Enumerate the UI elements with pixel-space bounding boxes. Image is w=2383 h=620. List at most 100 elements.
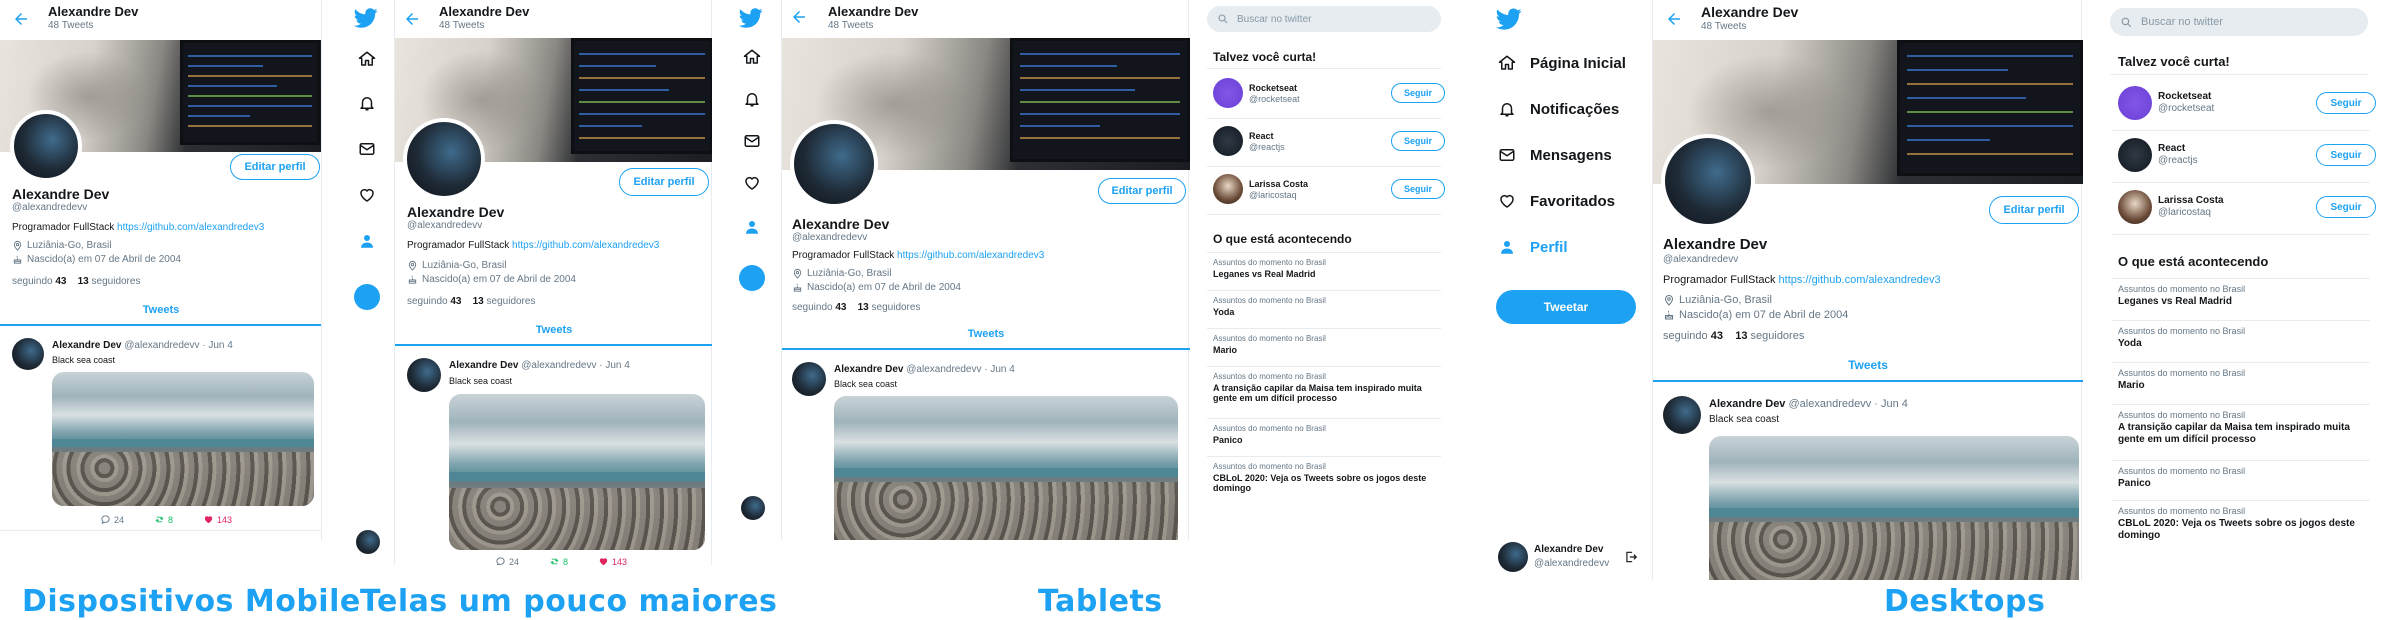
- nav-favorites[interactable]: Favoritados: [1530, 193, 1615, 210]
- tweet-image[interactable]: [449, 394, 705, 550]
- search-input[interactable]: Buscar no twitter: [1207, 6, 1441, 32]
- back-arrow-icon[interactable]: [1665, 10, 1683, 28]
- tweet-handle[interactable]: @alexandredevv: [124, 340, 199, 351]
- suggestion-avatar[interactable]: [1213, 174, 1243, 204]
- follow-button[interactable]: Seguir: [1391, 131, 1445, 151]
- following-count[interactable]: 43: [1711, 330, 1723, 342]
- suggestion-avatar[interactable]: [2118, 86, 2152, 120]
- suggestion-name[interactable]: Larissa Costa: [1249, 179, 1308, 189]
- tab-tweets[interactable]: Tweets: [395, 316, 712, 346]
- profile-avatar[interactable]: [790, 120, 878, 208]
- tab-tweets[interactable]: Tweets: [0, 296, 321, 326]
- suggestion-name[interactable]: Rocketseat: [1249, 83, 1297, 93]
- follow-button[interactable]: Seguir: [2316, 144, 2376, 166]
- follow-button[interactable]: Seguir: [2316, 196, 2376, 218]
- edit-profile-button[interactable]: Editar perfil: [619, 168, 709, 196]
- back-arrow-icon[interactable]: [12, 10, 30, 28]
- suggestion-name[interactable]: Larissa Costa: [2158, 195, 2224, 206]
- following-count[interactable]: 43: [450, 296, 461, 307]
- trend-item[interactable]: A transição capilar da Maisa tem inspira…: [1213, 383, 1433, 404]
- trend-item[interactable]: Leganes vs Real Madrid: [1213, 269, 1433, 279]
- reply-action[interactable]: 24: [495, 556, 519, 565]
- search-input[interactable]: Buscar no twitter: [2110, 8, 2368, 36]
- followers-count[interactable]: 13: [78, 276, 89, 287]
- followers-count[interactable]: 13: [858, 302, 869, 313]
- trend-item[interactable]: Panico: [1213, 435, 1433, 445]
- tweet-handle[interactable]: @alexandredevv: [521, 360, 596, 371]
- sidebar-heart-icon[interactable]: [743, 174, 761, 192]
- nav-bell-icon[interactable]: [1498, 100, 1516, 118]
- twitter-bird-icon[interactable]: [739, 6, 763, 30]
- nav-profile[interactable]: Perfil: [1530, 239, 1568, 256]
- nav-home-icon[interactable]: [1498, 54, 1516, 72]
- sidebar-mail-icon[interactable]: [743, 132, 761, 150]
- tweet-author[interactable]: Alexandre Dev: [834, 364, 903, 375]
- like-action[interactable]: 143: [203, 514, 232, 525]
- suggestion-avatar[interactable]: [1213, 78, 1243, 108]
- tweet-avatar[interactable]: [792, 362, 826, 396]
- sidebar-tweet-button[interactable]: [739, 265, 765, 291]
- suggestion-avatar[interactable]: [2118, 190, 2152, 224]
- tweet-date[interactable]: Jun 4: [1881, 398, 1908, 410]
- tweet-avatar[interactable]: [12, 338, 44, 370]
- tweet-avatar[interactable]: [1663, 396, 1701, 434]
- tweet-avatar[interactable]: [407, 358, 441, 392]
- tweet-date[interactable]: Jun 4: [990, 364, 1014, 375]
- follow-button[interactable]: Seguir: [2316, 92, 2376, 114]
- tab-tweets[interactable]: Tweets: [782, 320, 1190, 350]
- bio-link[interactable]: https://github.com/alexandredev3: [1779, 274, 1941, 286]
- followers-count[interactable]: 13: [1735, 330, 1747, 342]
- following-count[interactable]: 43: [55, 276, 66, 287]
- retweet-action[interactable]: 8: [549, 556, 568, 565]
- bio-link[interactable]: https://github.com/alexandredev3: [512, 240, 659, 251]
- suggestion-avatar[interactable]: [1213, 126, 1243, 156]
- edit-profile-button[interactable]: Editar perfil: [230, 154, 320, 180]
- follow-button[interactable]: Seguir: [1391, 179, 1445, 199]
- retweet-action[interactable]: 8: [154, 514, 173, 525]
- trend-item[interactable]: Leganes vs Real Madrid: [2118, 296, 2362, 308]
- nav-messages[interactable]: Mensagens: [1530, 147, 1612, 164]
- tweet-date[interactable]: Jun 4: [605, 360, 629, 371]
- follow-button[interactable]: Seguir: [1391, 83, 1445, 103]
- bio-link[interactable]: https://github.com/alexandredev3: [897, 250, 1044, 261]
- sidebar-bell-icon[interactable]: [358, 94, 376, 112]
- trend-item[interactable]: Panico: [2118, 478, 2362, 490]
- sidebar-avatar[interactable]: [741, 496, 765, 520]
- sidebar-heart-icon[interactable]: [358, 186, 376, 204]
- trend-item[interactable]: Mario: [1213, 345, 1433, 355]
- trend-item[interactable]: CBLoL 2020: Veja os Tweets sobre os jogo…: [2118, 518, 2362, 541]
- sidebar-home-icon[interactable]: [743, 48, 761, 66]
- tweet-date[interactable]: Jun 4: [208, 340, 232, 351]
- tweet-author[interactable]: Alexandre Dev: [449, 360, 518, 371]
- sidebar-bell-icon[interactable]: [743, 90, 761, 108]
- twitter-bird-icon[interactable]: [1496, 6, 1522, 32]
- sidebar-avatar[interactable]: [356, 530, 380, 554]
- sidebar-tweet-button[interactable]: [354, 284, 380, 310]
- tweet-handle[interactable]: @alexandredevv: [1789, 398, 1872, 410]
- profile-avatar[interactable]: [1661, 134, 1755, 228]
- tab-tweets[interactable]: Tweets: [1653, 350, 2083, 382]
- tweet-author[interactable]: Alexandre Dev: [1709, 398, 1785, 410]
- bio-link[interactable]: https://github.com/alexandredev3: [117, 222, 264, 233]
- profile-avatar[interactable]: [10, 110, 82, 182]
- sidebar-user-icon[interactable]: [743, 218, 761, 236]
- edit-profile-button[interactable]: Editar perfil: [1989, 196, 2079, 224]
- account-avatar[interactable]: [1498, 542, 1528, 572]
- sidebar-user-icon[interactable]: [358, 232, 376, 250]
- back-arrow-icon[interactable]: [403, 10, 421, 28]
- edit-profile-button[interactable]: Editar perfil: [1098, 178, 1186, 204]
- following-count[interactable]: 43: [835, 302, 846, 313]
- tweet-handle[interactable]: @alexandredevv: [906, 364, 981, 375]
- tweet-author[interactable]: Alexandre Dev: [52, 340, 121, 351]
- sidebar-mail-icon[interactable]: [358, 140, 376, 158]
- tweet-image[interactable]: [834, 396, 1178, 540]
- like-action[interactable]: 143: [598, 556, 627, 565]
- back-arrow-icon[interactable]: [790, 8, 808, 26]
- trend-item[interactable]: A transição capilar da Maisa tem inspira…: [2118, 422, 2362, 445]
- trend-item[interactable]: Mario: [2118, 380, 2362, 392]
- sidebar-home-icon[interactable]: [358, 50, 376, 68]
- nav-mail-icon[interactable]: [1498, 146, 1516, 164]
- nav-home[interactable]: Página Inicial: [1530, 55, 1626, 72]
- nav-user-icon[interactable]: [1498, 238, 1516, 256]
- trend-item[interactable]: Yoda: [2118, 338, 2362, 350]
